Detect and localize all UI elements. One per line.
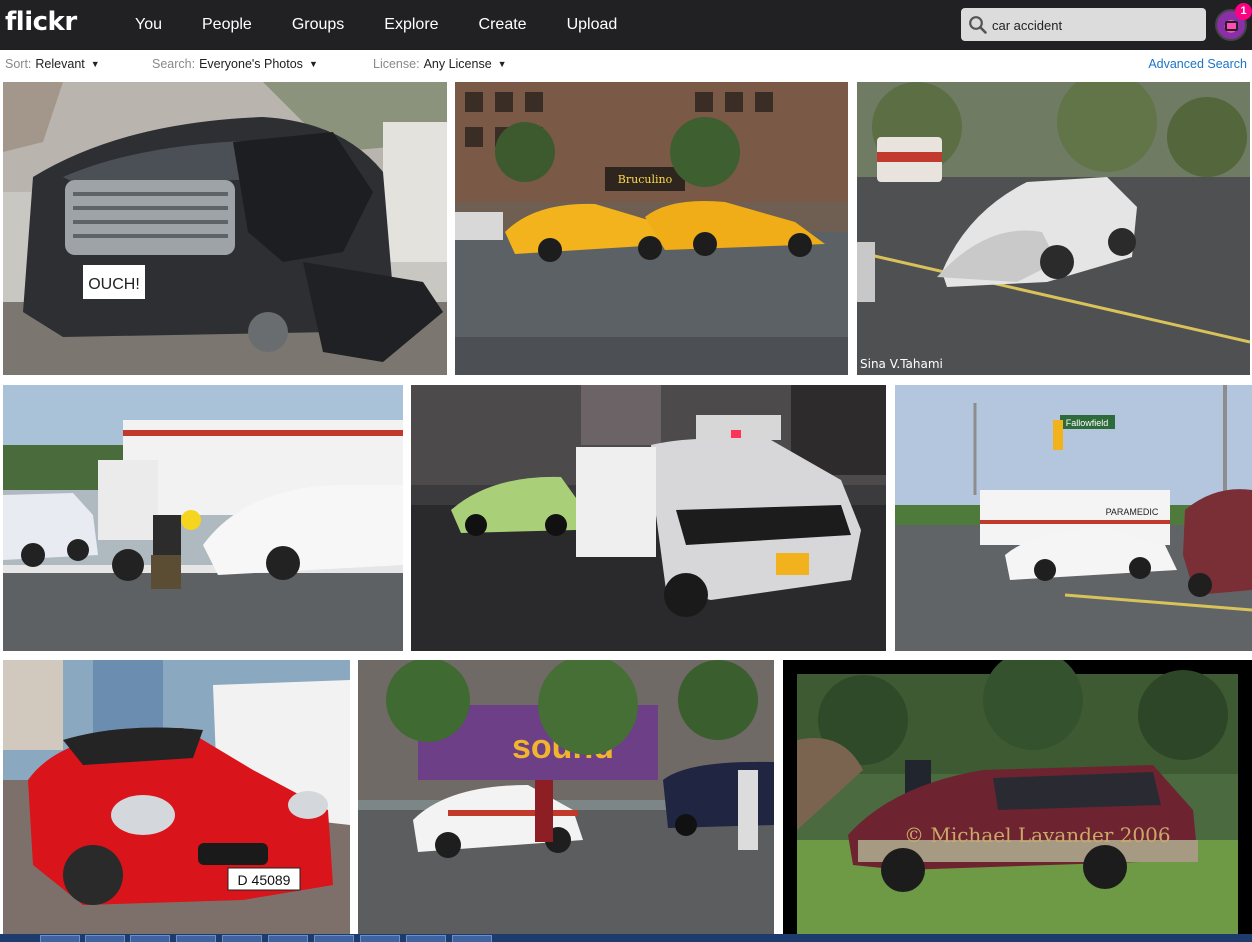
caret-down-icon: ▼ <box>497 59 507 69</box>
top-nav-bar: flickr You People Groups Explore Create … <box>0 0 1252 50</box>
filter-bar: Sort: Relevant ▼ Search: Everyone's Photos ▼… <box>0 50 1252 80</box>
nav-groups[interactable]: Groups <box>272 0 364 50</box>
search-box[interactable] <box>961 8 1206 41</box>
photo-white-suv-night[interactable] <box>411 385 886 651</box>
search-icon[interactable] <box>968 15 988 35</box>
photo-paramedic-intersection[interactable]: Fallowfield PARAMEDIC <box>895 385 1252 651</box>
flickr-logo[interactable]: flickr <box>5 7 77 37</box>
truck-label: PARAMEDIC <box>1106 507 1159 517</box>
taskbar-app-icon[interactable] <box>130 935 170 942</box>
main-nav: You People Groups Explore Create Upload <box>115 0 637 50</box>
photo-ambulance-firefighter[interactable] <box>3 385 403 651</box>
caret-down-icon: ▼ <box>308 59 318 69</box>
notification-badge[interactable]: 1 <box>1235 3 1252 20</box>
nav-explore[interactable]: Explore <box>364 0 458 50</box>
taskbar-app-icon[interactable] <box>222 935 262 942</box>
search-input[interactable] <box>992 14 1197 36</box>
bmw-plate-text: D 45089 <box>238 872 291 888</box>
sort-label: Sort: <box>5 57 32 71</box>
taskbar-app-icon[interactable] <box>314 935 354 942</box>
photo-maroon-minivan[interactable]: © Michael Lavander 2006 <box>783 660 1252 934</box>
nav-upload[interactable]: Upload <box>547 0 638 50</box>
license-label: License: <box>373 57 420 71</box>
taskbar-app-icon[interactable] <box>452 935 492 942</box>
search-scope-dropdown[interactable]: Search: Everyone's Photos ▼ <box>152 57 318 71</box>
nav-create[interactable]: Create <box>459 0 547 50</box>
caret-down-icon: ▼ <box>90 59 100 69</box>
photo-street-taxi-collision[interactable]: sound <box>358 660 774 934</box>
nav-people[interactable]: People <box>182 0 272 50</box>
search-scope-value: Everyone's Photos <box>199 57 303 71</box>
os-taskbar <box>0 934 1252 942</box>
license-value: Any License <box>423 57 492 71</box>
taskbar-app-icon[interactable] <box>406 935 446 942</box>
storefront-sign: Bruculino <box>618 173 673 186</box>
taskbar-app-icon[interactable] <box>360 935 400 942</box>
camera-icon <box>1225 21 1238 31</box>
taskbar-app-icon[interactable] <box>268 935 308 942</box>
photo-taxi-collision[interactable]: Bruculino <box>455 82 848 375</box>
photo-damaged-minivan[interactable]: OUCH! <box>3 82 447 375</box>
taskbar-app-icon[interactable] <box>40 935 80 942</box>
taskbar-app-icon[interactable] <box>176 935 216 942</box>
photo-white-car-crash[interactable]: Sina V.Tahami <box>857 82 1250 375</box>
street-sign-text: Fallowfield <box>1066 418 1109 428</box>
nav-you[interactable]: You <box>115 0 182 50</box>
sort-dropdown[interactable]: Sort: Relevant ▼ <box>5 57 100 71</box>
license-plate-text: OUCH! <box>88 276 140 293</box>
search-scope-label: Search: <box>152 57 196 71</box>
photo-watermark: © Michael Lavander 2006 <box>904 823 1171 847</box>
sort-value: Relevant <box>35 57 85 71</box>
photo-watermark: Sina V.Tahami <box>860 357 943 371</box>
advanced-search-link[interactable]: Advanced Search <box>1148 57 1247 71</box>
photo-red-bmw[interactable]: D 45089 <box>3 660 350 934</box>
license-dropdown[interactable]: License: Any License ▼ <box>373 57 507 71</box>
taskbar-app-icon[interactable] <box>85 935 125 942</box>
